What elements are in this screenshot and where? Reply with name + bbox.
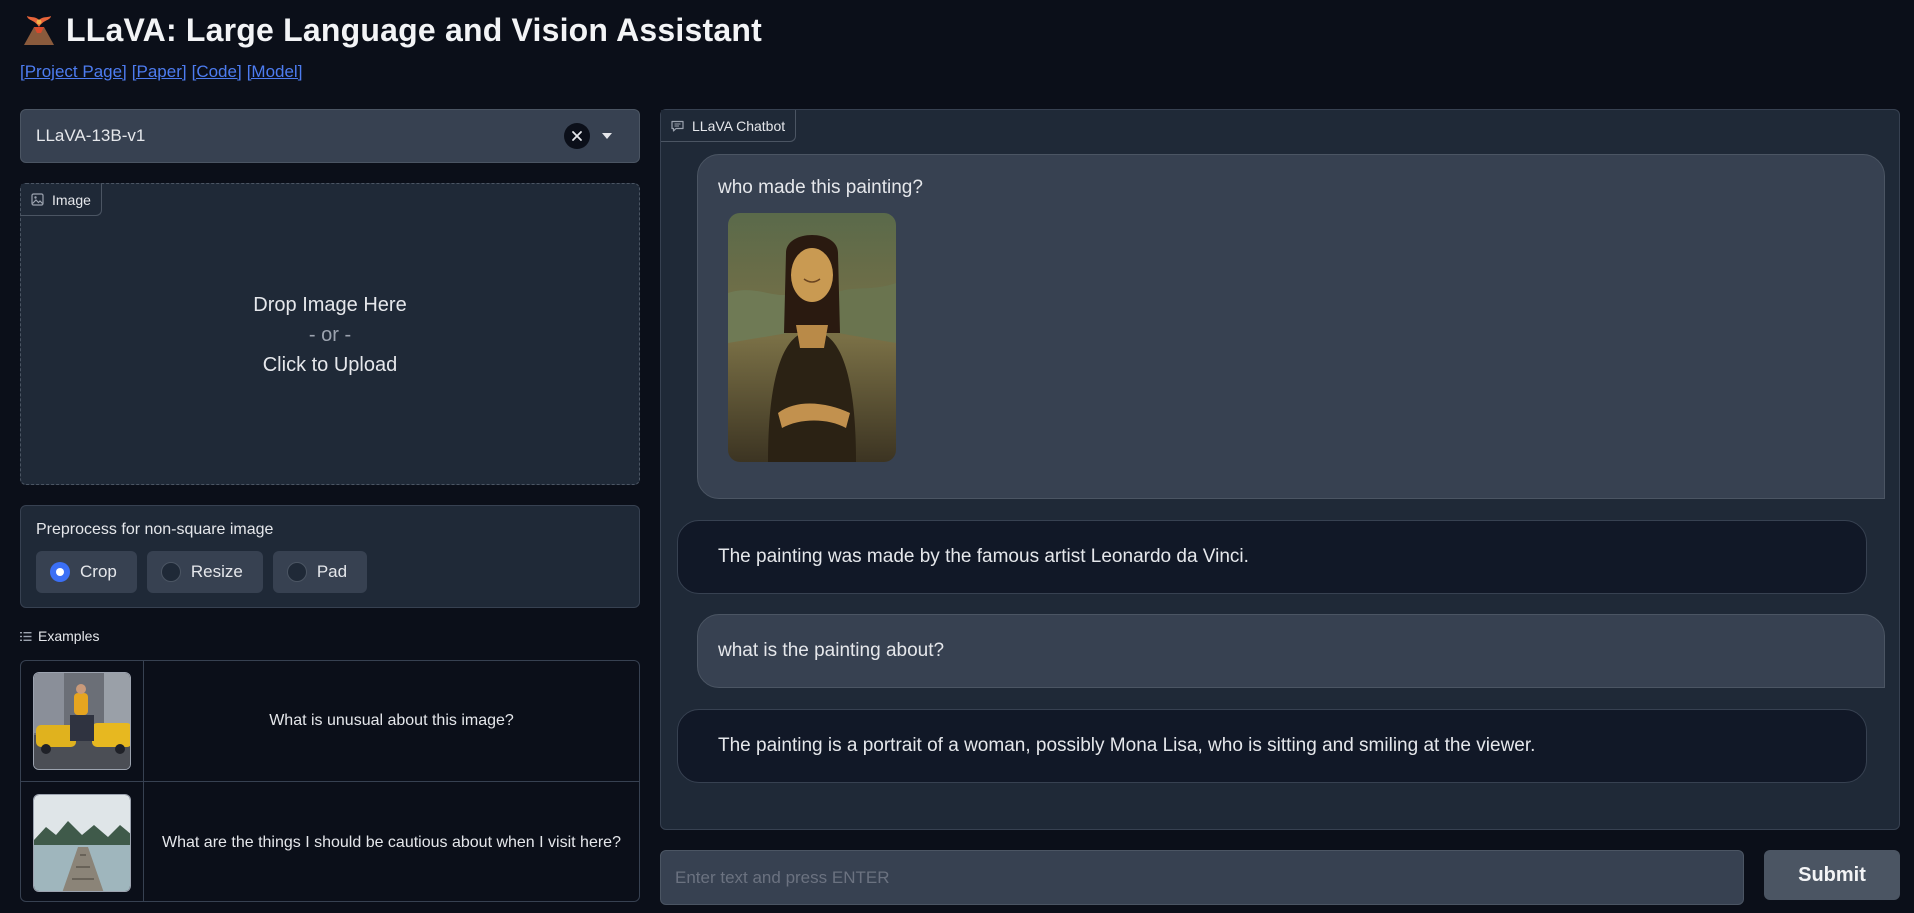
image-icon <box>31 193 44 206</box>
chatbot-label: LLaVA Chatbot <box>661 110 797 142</box>
example-text-1[interactable]: What is unusual about this image? <box>144 661 639 781</box>
page-title: LLaVA: Large Language and Vision Assista… <box>66 11 762 48</box>
radio-crop-indicator[interactable] <box>50 562 70 582</box>
radio-resize[interactable]: Resize <box>146 551 263 593</box>
model-link[interactable]: [Model] <box>247 62 303 81</box>
user-message: who made this painting? <box>697 154 1885 499</box>
chatbot-label-text: LLaVA Chatbot <box>692 117 786 134</box>
radio-pad[interactable]: Pad <box>272 551 368 593</box>
radio-pad-indicator[interactable] <box>286 562 307 582</box>
chatbot-panel: LLaVA Chatbot who made this painting? Th… <box>660 109 1900 830</box>
image-upload-area[interactable]: Image Drop Image Here - or - Click to Up… <box>20 183 640 485</box>
examples-label: Examples <box>20 628 99 644</box>
image-label-text: Image <box>52 191 91 208</box>
radio-resize-indicator[interactable] <box>160 562 181 582</box>
chat-bubble-icon <box>671 120 684 132</box>
volcano-logo-icon <box>24 16 54 45</box>
click-to-upload-text: Click to Upload <box>262 354 398 376</box>
header-links: [Project Page] [Paper] [Code] [Model] <box>20 62 307 82</box>
bot-message: The painting was made by the famous arti… <box>677 520 1867 594</box>
user-message-text: what is the painting about? <box>718 640 945 661</box>
example-row-2[interactable]: What are the things I should be cautious… <box>21 782 639 901</box>
chevron-down-icon[interactable] <box>602 133 612 139</box>
bot-message: The painting is a portrait of a woman, p… <box>677 709 1867 783</box>
code-link[interactable]: [Code] <box>192 62 242 81</box>
page-header: LLaVA: Large Language and Vision Assista… <box>20 8 762 52</box>
list-icon <box>20 631 32 641</box>
preprocess-panel: Preprocess for non-square image Crop Res… <box>20 505 640 608</box>
drop-image-text: Drop Image Here <box>253 294 407 316</box>
message-input[interactable] <box>660 850 1744 905</box>
user-message-text: who made this painting? <box>718 177 923 198</box>
example-row-1[interactable]: What is unusual about this image? <box>21 661 639 782</box>
model-dropdown-value: LLaVA-13B-v1 <box>36 126 146 145</box>
user-message: what is the painting about? <box>697 614 1885 688</box>
project-page-link[interactable]: [Project Page] <box>20 62 127 81</box>
radio-crop-label: Crop <box>80 562 117 581</box>
or-separator: - or - <box>308 324 352 346</box>
upload-instructions: Drop Image Here - or - Click to Upload <box>21 290 639 380</box>
radio-pad-label: Pad <box>316 562 348 581</box>
bot-message-text: The painting was made by the famous arti… <box>718 546 1249 567</box>
bot-message-text: The painting is a portrait of a woman, p… <box>718 735 1536 756</box>
paper-link[interactable]: [Paper] <box>132 62 187 81</box>
preprocess-label: Preprocess for non-square image <box>36 521 274 538</box>
example-thumbnail-taxi[interactable] <box>33 672 131 770</box>
example-thumbnail-cell[interactable] <box>21 661 144 781</box>
close-icon <box>572 131 582 141</box>
preprocess-radio-group: Crop Resize Pad <box>36 551 624 593</box>
radio-resize-label: Resize <box>190 562 243 581</box>
examples-label-text: Examples <box>38 628 100 644</box>
example-thumbnail-cell[interactable] <box>21 782 144 901</box>
example-thumbnail-lake[interactable] <box>33 793 131 892</box>
clear-selection-button[interactable] <box>564 123 590 149</box>
image-block-label: Image <box>21 184 102 216</box>
submit-button[interactable]: Submit <box>1764 850 1900 900</box>
model-dropdown[interactable]: LLaVA-13B-v1 <box>20 109 640 163</box>
radio-crop[interactable]: Crop <box>36 551 137 593</box>
example-text-2[interactable]: What are the things I should be cautious… <box>144 782 639 901</box>
examples-table: What is unusual about this image? What a… <box>20 660 640 902</box>
mona-lisa-image <box>728 213 896 462</box>
